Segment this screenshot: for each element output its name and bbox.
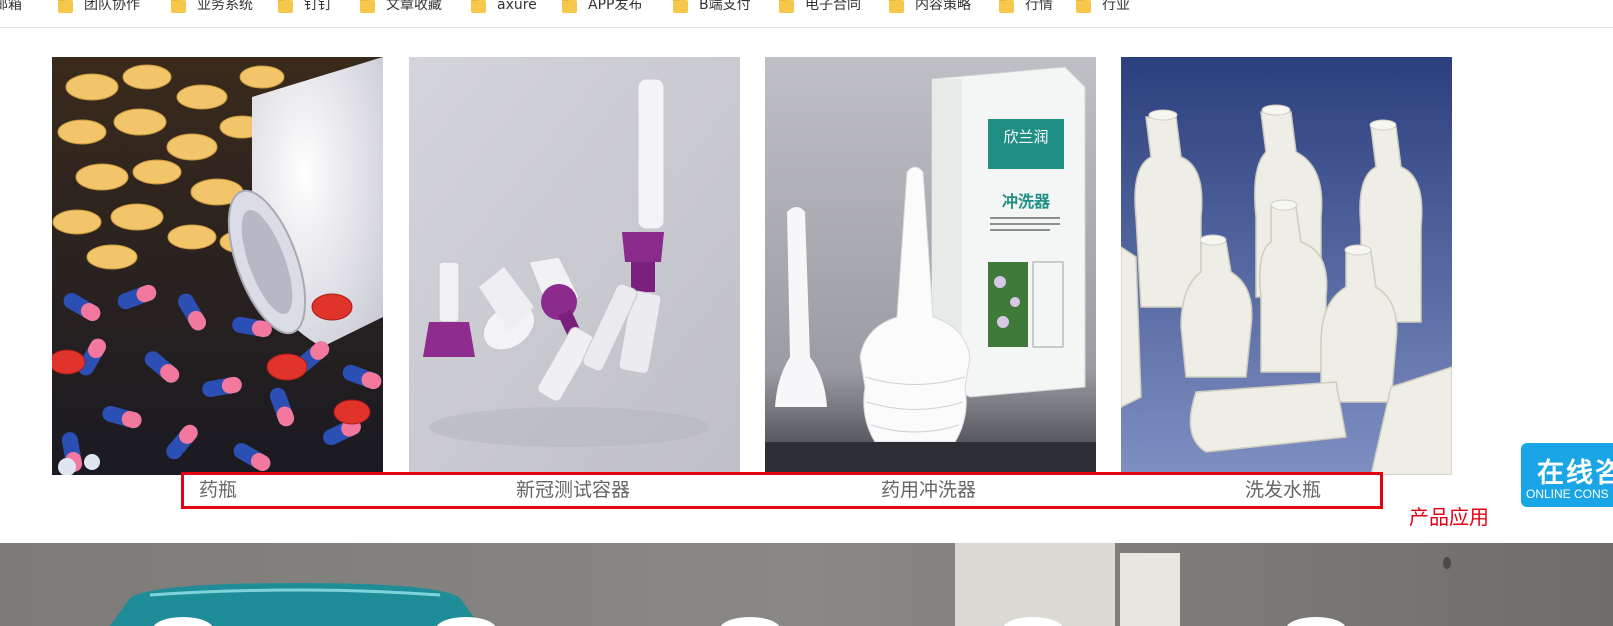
- folder-icon: [999, 0, 1014, 13]
- bottom-banner-image: [0, 543, 1613, 626]
- bookmark-label: 钉钉: [304, 0, 332, 13]
- folder-icon: [58, 0, 73, 13]
- bookmark-label: 团队协作: [84, 0, 140, 13]
- product-caption-shampoo-bottle[interactable]: 洗发水瓶: [1245, 478, 1321, 502]
- box-brand-text: 欣兰润: [1003, 128, 1048, 146]
- test-tubes-illustration: [409, 57, 740, 475]
- folder-icon: [562, 0, 577, 13]
- consult-title: 在线咨: [1537, 458, 1613, 488]
- product-caption-medicine-bottle[interactable]: 药瓶: [199, 478, 237, 502]
- product-caption-medical-douche[interactable]: 药用冲洗器: [881, 478, 976, 502]
- folder-icon: [673, 0, 688, 13]
- bottles-illustration: [1121, 57, 1452, 475]
- product-image-medicine-bottle[interactable]: [52, 57, 383, 475]
- bookmark-label: APP发布: [588, 0, 643, 13]
- bookmark-label: 电子合同: [805, 0, 861, 13]
- folder-icon: [471, 0, 486, 13]
- bookmark-label: 内容策略: [915, 0, 971, 13]
- product-image-shampoo-bottle[interactable]: [1121, 57, 1452, 475]
- folder-icon: [171, 0, 186, 13]
- product-image-medical-douche[interactable]: 欣兰润 冲洗器: [765, 57, 1096, 475]
- bookmarks-bar: 邮箱 团队协作 业务系统 钉钉 文章收藏 axure APP发布 B端支付 电子…: [0, 0, 1613, 28]
- folder-icon: [360, 0, 375, 13]
- caption-highlight-box: [181, 472, 1383, 509]
- bookmark-label: 文章收藏: [386, 0, 442, 13]
- consult-subtitle: ONLINE CONS: [1526, 487, 1609, 501]
- pills-illustration: [52, 57, 383, 475]
- folder-icon: [889, 0, 904, 13]
- folder-icon: [779, 0, 794, 13]
- bookmark-label: 邮箱: [0, 0, 22, 13]
- product-image-covid-test-container[interactable]: [409, 57, 740, 475]
- bookmark-label: 业务系统: [197, 0, 253, 13]
- online-consult-button[interactable]: 在线咨 ONLINE CONS: [1521, 443, 1613, 507]
- product-caption-covid-test-container[interactable]: 新冠测试容器: [516, 478, 630, 502]
- folder-icon: [1076, 0, 1091, 13]
- douche-illustration: 欣兰润 冲洗器: [765, 57, 1096, 475]
- section-annotation-label: 产品应用: [1409, 505, 1489, 529]
- bookmark-label: axure: [497, 0, 537, 13]
- banner-illustration: [0, 543, 1613, 626]
- box-product-text: 冲洗器: [1002, 192, 1051, 211]
- bookmark-label: 行情: [1025, 0, 1053, 13]
- bookmark-label: B端支付: [699, 0, 751, 13]
- folder-icon: [278, 0, 293, 13]
- bookmark-label: 行业: [1102, 0, 1130, 13]
